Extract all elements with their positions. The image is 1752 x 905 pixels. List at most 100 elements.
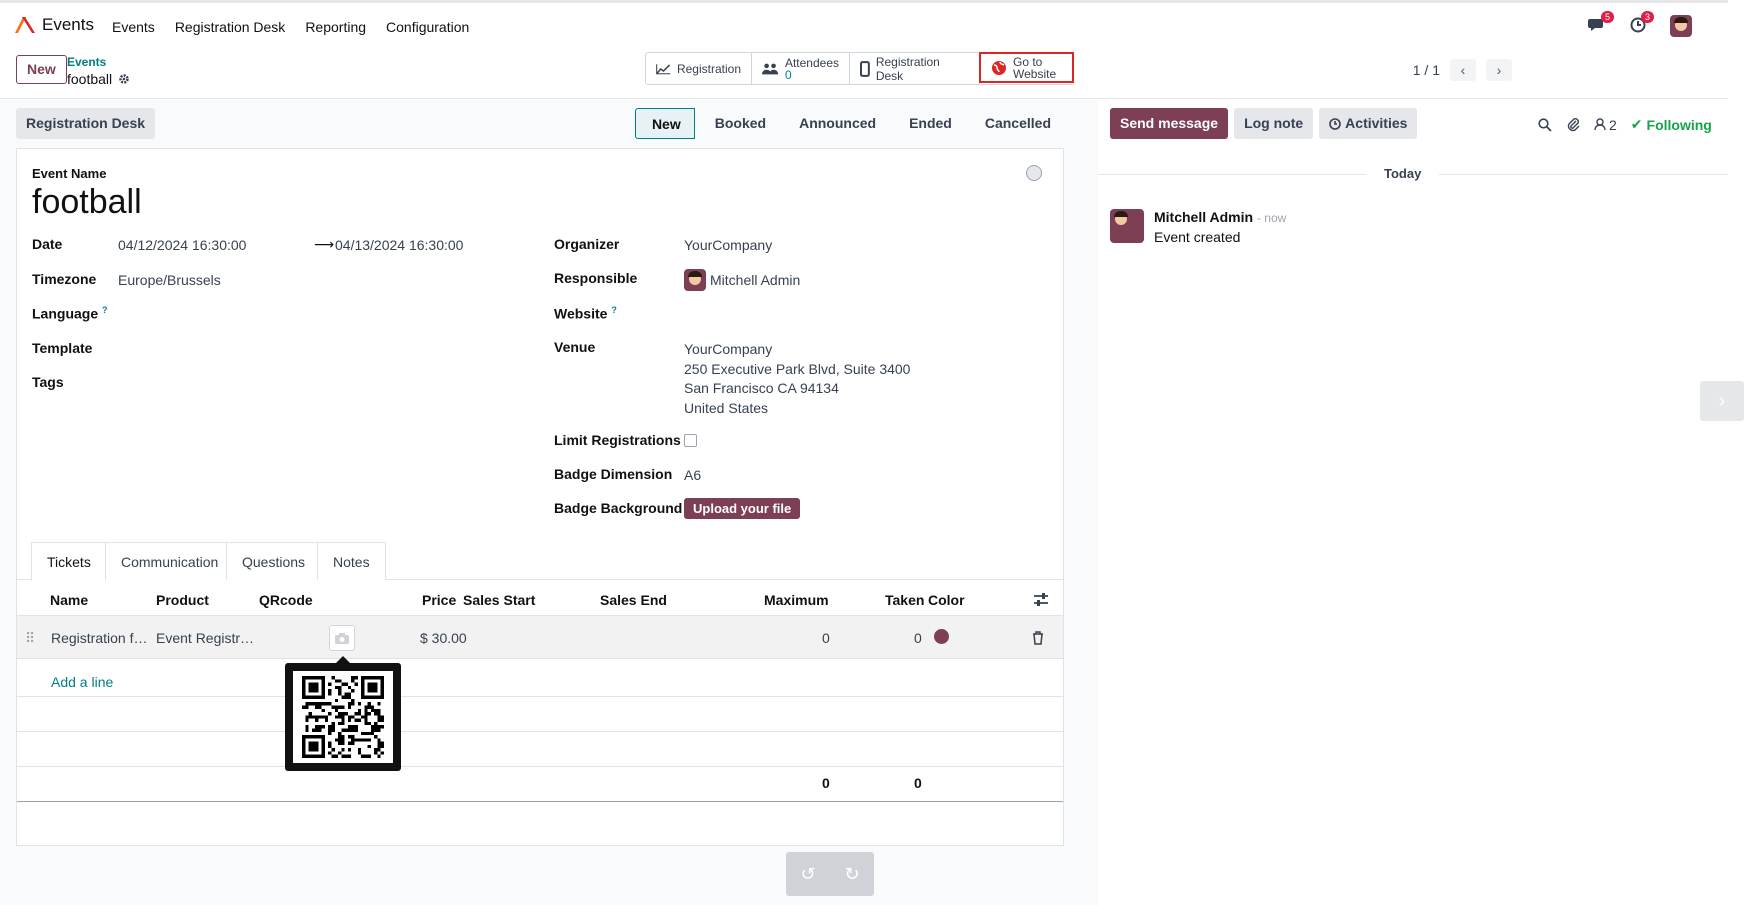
ticket-price-cell[interactable]: $ 30.00 [420,630,467,646]
col-product[interactable]: Product [156,592,209,608]
chatter-actions: Send message Log note Activities [1110,108,1418,139]
tab-notes[interactable]: Notes [317,542,386,580]
ticket-product-cell[interactable]: Event Registr… [156,630,254,646]
send-message-button[interactable]: Send message [1110,108,1229,139]
limit-registrations-label: Limit Registrations [554,432,681,448]
ticket-color-swatch[interactable] [934,629,949,644]
drag-handle-icon[interactable]: ⠿ [25,630,35,647]
date-start-field[interactable]: 04/12/2024 16:30:00 [118,237,246,253]
app-brand[interactable]: Events [14,15,94,35]
followers-button[interactable]: 2 [1594,117,1617,133]
new-button[interactable]: New [16,55,67,84]
kanban-state-toggle[interactable] [1026,165,1042,181]
registration-desk-smart-button[interactable]: Registration Desk [850,53,980,84]
col-name[interactable]: Name [50,592,88,608]
website-help-icon[interactable]: ? [611,305,617,315]
registration-desk-button[interactable]: Registration Desk [16,108,156,139]
activities-label: Activities [1345,115,1408,131]
ticket-maximum-cell[interactable]: 0 [822,630,830,646]
menu-reporting[interactable]: Reporting [305,19,366,35]
expand-panel-handle[interactable]: › [1700,381,1744,421]
attendees-count: 0 [784,67,792,82]
search-icon[interactable] [1538,117,1552,132]
stage-ended[interactable]: Ended [889,108,965,139]
redo-icon[interactable]: ↻ [844,864,859,885]
qr-popover-arrow [336,656,350,663]
user-icon [1594,118,1606,131]
add-line-link[interactable]: Add a line [51,674,113,690]
col-maximum[interactable]: Maximum [764,592,829,608]
trash-icon[interactable] [1032,631,1044,645]
paperclip-icon[interactable] [1566,117,1580,132]
col-taken[interactable]: Taken [885,592,924,608]
stage-announced[interactable]: Announced [779,108,889,139]
message-body: Event created [1154,229,1241,245]
timezone-field[interactable]: Europe/Brussels [118,272,221,288]
col-price[interactable]: Price [422,592,456,608]
table-row[interactable]: ⠿ Registration f… Event Registr… $ 30.00… [17,615,1063,659]
col-sales-start[interactable]: Sales Start [463,592,535,608]
following-button[interactable]: ✔ Following [1631,116,1712,133]
go-to-line1: Go to [1013,54,1043,69]
menu-configuration[interactable]: Configuration [386,19,469,35]
timezone-label: Timezone [32,271,97,287]
responsible-name: Mitchell Admin [710,272,801,288]
venue-field[interactable]: YourCompany 250 Executive Park Blvd, Sui… [684,340,910,418]
qrcode-cell[interactable] [329,625,355,651]
navbar-systray: 5 3 [1588,10,1692,37]
activities-button[interactable]: 3 [1630,10,1654,36]
event-name-field[interactable]: football [32,183,142,222]
badge-dimension-field[interactable]: A6 [684,467,701,483]
message-author-avatar[interactable] [1110,209,1144,243]
followers-count: 2 [1609,116,1617,133]
stage-booked[interactable]: Booked [695,108,779,139]
date-end-field[interactable]: 04/13/2024 16:30:00 [335,237,463,253]
stage-pipeline: New Booked Announced Ended Cancelled [634,108,1064,139]
ticket-name-cell[interactable]: Registration f… [51,630,147,646]
mobile-icon [860,60,870,77]
go-to-website-smart-button[interactable]: Go to Website [979,52,1074,83]
registration-smart-button[interactable]: Registration [646,53,752,84]
col-sales-end[interactable]: Sales End [600,592,667,608]
venue-line4: United States [684,399,769,416]
gear-icon[interactable] [118,73,130,85]
tab-tickets[interactable]: Tickets [31,542,107,581]
upload-file-button[interactable]: Upload your file [684,498,801,519]
pager-next-button[interactable]: › [1486,59,1512,81]
log-note-button[interactable]: Log note [1234,108,1314,139]
stage-new[interactable]: New [634,108,695,139]
pager-previous-button[interactable]: ‹ [1450,59,1476,81]
stage-cancelled[interactable]: Cancelled [965,108,1064,139]
col-qrcode[interactable]: QRcode [259,592,313,608]
undo-redo-bar: ↺ ↻ [786,852,874,896]
pager-value[interactable]: 1 / 1 [1413,62,1440,78]
organizer-field[interactable]: YourCompany [684,237,772,253]
menu-registration-desk[interactable]: Registration Desk [175,19,286,35]
user-avatar[interactable] [1670,15,1692,37]
website-label-text: Website [554,305,608,322]
menu-events[interactable]: Events [112,19,155,35]
breadcrumb-parent[interactable]: Events [67,55,106,69]
qr-code-image [293,671,393,763]
messages-button[interactable]: 5 [1588,10,1614,36]
activities-count-badge: 3 [1640,10,1654,23]
message-author[interactable]: Mitchell Admin [1154,209,1253,225]
events-app-icon [15,17,35,33]
ticket-taken-cell[interactable]: 0 [914,630,922,646]
organizer-label: Organizer [554,236,620,252]
chevron-right-icon: › [1496,62,1502,78]
responsible-field[interactable]: Mitchell Admin [684,269,800,291]
sliders-icon[interactable] [1033,593,1049,607]
limit-registrations-checkbox[interactable] [684,434,697,447]
tab-questions[interactable]: Questions [226,542,322,580]
activities-button[interactable]: Activities [1319,108,1418,139]
chatter-topbar-right: 2 ✔ Following [1538,116,1712,133]
undo-icon[interactable]: ↺ [800,864,815,885]
attendees-smart-button[interactable]: Attendees 0 [752,53,850,84]
language-help-icon[interactable]: ? [102,305,108,315]
tab-communication[interactable]: Communication [105,542,235,580]
total-taken: 0 [914,775,922,791]
form-sheet: Event Name football Date 04/12/2024 16:3… [16,148,1064,846]
col-color[interactable]: Color [928,592,965,608]
tags-label: Tags [32,374,64,390]
